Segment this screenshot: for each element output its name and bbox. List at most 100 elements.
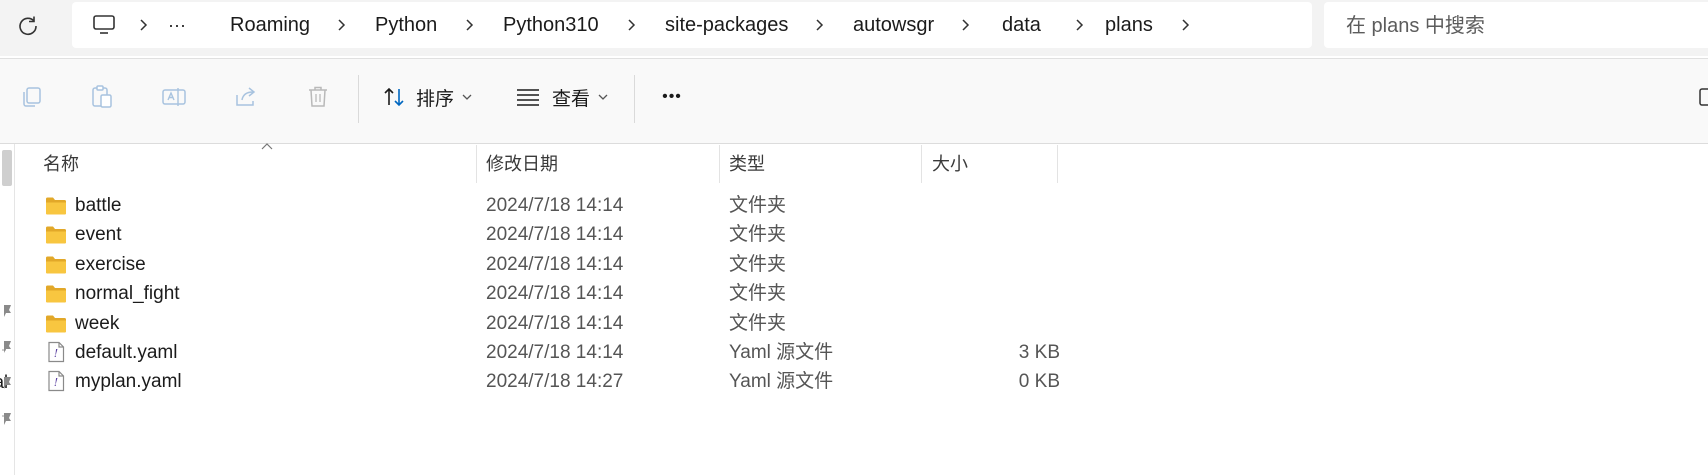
folder-icon [45, 284, 67, 304]
chevron-down-icon [598, 94, 608, 100]
file-row[interactable]: event 2024/7/18 14:14 文件夹 [15, 219, 1045, 251]
paste-button[interactable] [84, 77, 120, 117]
file-size: 3 KB [1018, 342, 1060, 363]
column-name[interactable]: 名称 [43, 145, 79, 183]
file-name: event [75, 224, 122, 246]
file-type: 文件夹 [729, 312, 787, 334]
column-header: 名称 修改日期 类型 大小 [15, 143, 1708, 183]
folder-icon [45, 314, 67, 334]
chevron-right-icon[interactable] [958, 17, 974, 33]
file-modified: 2024/7/18 14:14 [486, 253, 624, 275]
file-type: 文件夹 [729, 224, 787, 246]
file-modified: 2024/7/18 14:27 [486, 371, 624, 393]
toolbar-separator [634, 75, 635, 123]
breadcrumb-data[interactable]: data [1002, 2, 1041, 48]
details-pane-icon [1699, 88, 1708, 106]
breadcrumb-plans[interactable]: plans [1105, 2, 1153, 48]
pin-icon[interactable] [2, 340, 12, 354]
refresh-icon [19, 16, 37, 36]
view-button[interactable]: 查看 [516, 77, 608, 117]
paste-icon [92, 85, 112, 108]
column-type[interactable]: 类型 [729, 145, 765, 183]
sort-icon [384, 87, 404, 107]
svg-text:!: ! [54, 376, 58, 389]
file-size [935, 219, 1060, 251]
column-divider[interactable] [921, 145, 922, 183]
file-modified: 2024/7/18 14:14 [486, 342, 624, 363]
file-modified: 2024/7/18 14:14 [486, 312, 624, 334]
address-row: ··· Roaming Python Python310 site-packag… [0, 0, 1708, 56]
toolbar-separator [358, 75, 359, 123]
more-options-button[interactable]: ••• [656, 77, 688, 117]
breadcrumb-site-packages[interactable]: site-packages [665, 2, 788, 48]
column-divider[interactable] [1057, 145, 1058, 183]
file-size [935, 308, 1060, 340]
file-name: battle [75, 195, 122, 216]
pin-icon[interactable] [2, 376, 12, 390]
breadcrumb-autowsgr[interactable]: autowsgr [853, 2, 934, 48]
column-divider[interactable] [719, 145, 720, 183]
file-size: 0 KB [1018, 371, 1060, 393]
breadcrumb-roaming[interactable]: Roaming [230, 2, 310, 48]
column-divider[interactable] [476, 145, 477, 183]
file-type: 文件夹 [729, 195, 787, 216]
delete-button[interactable] [300, 77, 336, 117]
file-row[interactable]: exercise 2024/7/18 14:14 文件夹 [15, 249, 1045, 281]
computer-icon [93, 15, 115, 34]
chevron-down-icon [462, 94, 472, 100]
file-name: exercise [75, 253, 146, 275]
file-row[interactable]: ! myplan.yaml 2024/7/18 14:27 Yaml 源文件 0… [15, 366, 1060, 398]
rename-button[interactable] [156, 77, 192, 117]
chevron-right-icon[interactable] [334, 17, 350, 33]
file-name: myplan.yaml [75, 371, 182, 393]
file-modified: 2024/7/18 14:14 [486, 283, 624, 305]
more-icon: ••• [662, 88, 682, 105]
nav-scrollbar-thumb[interactable] [2, 150, 12, 186]
pin-icon[interactable] [2, 304, 12, 318]
chevron-right-icon[interactable] [1178, 17, 1194, 33]
breadcrumb-python[interactable]: Python [375, 2, 437, 48]
search-input[interactable] [1324, 2, 1708, 50]
trash-icon [309, 86, 327, 107]
refresh-button[interactable] [12, 10, 44, 42]
folder-icon [45, 255, 67, 275]
rename-icon [162, 88, 186, 106]
file-name: normal_fight [75, 283, 180, 305]
chevron-right-icon[interactable] [1072, 17, 1088, 33]
sort-ascending-icon [261, 143, 273, 150]
breadcrumb-overflow[interactable]: ··· [168, 2, 186, 48]
column-size[interactable]: 大小 [932, 145, 968, 183]
file-type: Yaml 源文件 [729, 371, 834, 393]
copy-button[interactable] [14, 77, 50, 117]
file-row[interactable]: battle 2024/7/18 14:14 文件夹 [15, 190, 1045, 222]
pin-icon[interactable] [2, 412, 12, 426]
command-bar: 排序 查看 ••• [0, 58, 1708, 144]
file-modified: 2024/7/18 14:14 [486, 224, 624, 246]
sort-label: 排序 [416, 88, 455, 110]
file-row[interactable]: week 2024/7/18 14:14 文件夹 [15, 308, 1045, 340]
share-button[interactable] [228, 77, 264, 117]
sort-button[interactable]: 排序 [382, 77, 472, 117]
folder-icon [45, 196, 67, 216]
chevron-right-icon[interactable] [624, 17, 640, 33]
file-name: default.yaml [75, 342, 178, 363]
file-modified: 2024/7/18 14:14 [486, 195, 624, 216]
file-row[interactable]: normal_fight 2024/7/18 14:14 文件夹 [15, 278, 1045, 310]
file-type: 文件夹 [729, 253, 787, 275]
file-size [935, 249, 1060, 281]
file-type: Yaml 源文件 [729, 342, 834, 363]
file-type: 文件夹 [729, 283, 787, 305]
chevron-right-icon[interactable] [462, 17, 478, 33]
chevron-right-icon [140, 19, 148, 31]
yaml-file-icon: ! [45, 371, 67, 392]
navigation-pane[interactable]: al [0, 144, 15, 475]
details-pane-button[interactable] [1698, 77, 1708, 117]
file-size [935, 190, 1060, 222]
address-bar[interactable]: ··· Roaming Python Python310 site-packag… [72, 2, 1312, 48]
chevron-right-icon[interactable] [812, 17, 828, 33]
file-size [935, 278, 1060, 310]
share-icon [236, 87, 256, 106]
file-row[interactable]: ! default.yaml 2024/7/18 14:14 Yaml 源文件 … [15, 337, 1060, 369]
breadcrumb-python310[interactable]: Python310 [503, 2, 599, 48]
column-modified[interactable]: 修改日期 [486, 145, 558, 183]
